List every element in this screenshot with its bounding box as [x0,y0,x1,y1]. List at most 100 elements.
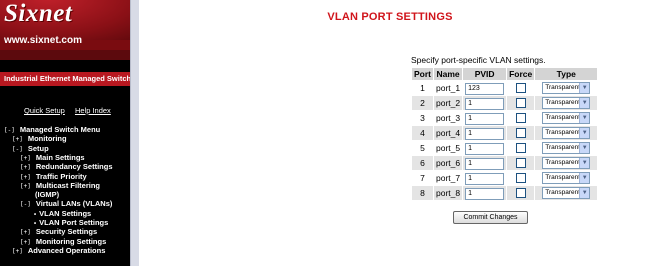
type-select-value: Transparent [545,99,581,106]
type-select[interactable]: Transparent ▼ [542,187,591,199]
pvid-cell: 123 [463,81,506,95]
frame-divider[interactable] [130,0,139,266]
pvid-input[interactable]: 1 [465,97,505,110]
menu-item-label[interactable]: Redundancy Settings [36,162,113,171]
type-select-value: Transparent [545,159,581,166]
table-row: 4 port_4 1 Transparent ▼ [412,126,598,140]
expand-icon[interactable]: [+] [12,248,23,255]
type-select[interactable]: Transparent ▼ [542,142,591,154]
table-row: 3 port_3 1 Transparent ▼ [412,111,597,125]
type-select[interactable]: Transparent ▼ [542,172,591,184]
expand-icon[interactable]: [+] [20,239,31,246]
force-checkbox[interactable] [515,158,526,169]
force-cell [507,96,535,110]
type-select-value: Transparent [545,144,581,151]
force-checkbox[interactable] [515,173,526,184]
force-checkbox[interactable] [515,98,526,109]
type-select[interactable]: Transparent ▼ [542,157,591,169]
port-name: port_5 [436,143,461,153]
port-name: port_1 [436,83,461,93]
type-select[interactable]: Transparent ▼ [542,112,591,124]
menu-item-label[interactable]: (IGMP) [35,190,59,199]
pvid-input[interactable]: 1 [465,157,505,170]
chevron-down-icon[interactable]: ▼ [579,158,590,168]
force-checkbox[interactable] [515,188,526,199]
column-header-type: Type [535,68,598,80]
expand-icon[interactable]: [+] [20,155,31,162]
pvid-cell: 1 [463,171,506,185]
commit-changes-button[interactable]: Commit Changes [453,211,528,224]
pvid-input[interactable]: 1 [465,187,505,200]
type-select[interactable]: Transparent ▼ [542,82,591,94]
pvid-cell: 1 [463,126,507,140]
force-checkbox[interactable] [515,128,526,139]
menu-item-multicast-filtering[interactable]: [+] Multicast Filtering [20,181,100,191]
page-title: VLAN PORT SETTINGS [327,11,453,23]
column-header-name: Name [434,68,463,80]
force-checkbox[interactable] [515,113,526,124]
expand-icon[interactable]: [+] [20,183,31,190]
menu-item-label[interactable]: Advanced Operations [28,246,106,255]
force-checkbox[interactable] [515,143,526,154]
help-index-link[interactable]: Help Index [75,106,111,115]
menu-item-label[interactable]: Managed Switch Menu [20,125,100,134]
expand-icon[interactable]: [+] [20,164,31,171]
expand-icon[interactable]: [+] [20,174,31,181]
chevron-down-icon[interactable]: ▼ [579,83,590,93]
chevron-down-icon[interactable]: ▼ [579,173,590,183]
column-header-force: Force [507,68,535,80]
bullet-icon: • [34,211,37,218]
menu-item-label[interactable]: Virtual LANs (VLANs) [36,199,113,208]
chevron-down-icon[interactable]: ▼ [579,143,590,153]
menu-item-label[interactable]: Monitoring Settings [36,237,106,246]
chevron-down-icon[interactable]: ▼ [579,98,590,108]
menu-item-label[interactable]: Multicast Filtering [36,181,100,190]
menu-item-label[interactable]: VLAN Settings [39,209,91,218]
type-select-value: Transparent [545,189,581,196]
chevron-down-icon[interactable]: ▼ [579,188,590,198]
type-select-value: Transparent [545,129,581,136]
type-cell: Transparent ▼ [535,156,598,170]
pvid-input[interactable]: 1 [465,127,505,140]
quick-setup-link[interactable]: Quick Setup [24,106,65,115]
type-cell: Transparent ▼ [535,111,597,125]
bullet-icon: • [34,221,37,227]
type-select[interactable]: Transparent ▼ [542,127,591,139]
collapse-icon[interactable]: [-] [12,146,23,153]
expand-icon[interactable]: [+] [12,136,23,143]
menu-item-label[interactable]: Traffic Priority [36,172,87,181]
port-number: 8 [412,186,433,200]
collapse-icon[interactable]: [-] [20,201,31,208]
force-checkbox[interactable] [515,83,526,94]
logo: Sixnet www.sixnet.com [0,0,130,60]
table-row: 2 port_2 1 Transparent ▼ [412,96,598,110]
menu-item-label[interactable]: Monitoring [28,134,67,143]
force-cell [507,186,535,200]
type-select-value: Transparent [545,84,581,91]
column-header-pvid: PVID [463,68,507,80]
expand-icon[interactable]: [+] [20,229,31,236]
force-cell [507,81,534,95]
pvid-cell: 1 [463,156,507,170]
menu-item-label[interactable]: Setup [28,144,49,153]
type-select[interactable]: Transparent ▼ [542,97,591,109]
menu-item-label[interactable]: Security Settings [36,227,97,236]
chevron-down-icon[interactable]: ▼ [579,128,590,138]
menu-item-advanced-operations[interactable]: [+] Advanced Operations [12,246,105,256]
main-content: VLAN PORT SETTINGS Specify port-specific… [140,0,651,266]
pvid-cell: 1 [463,141,506,155]
type-select-value: Transparent [545,174,581,181]
pvid-input[interactable]: 123 [465,82,505,95]
pvid-input[interactable]: 1 [465,112,505,125]
pvid-input[interactable]: 1 [465,172,505,185]
port-name: port_2 [434,96,463,110]
menu-item-igmp[interactable]: (IGMP) [35,190,59,199]
menu-item-label[interactable]: VLAN Port Settings [39,218,108,227]
collapse-icon[interactable]: [-] [4,127,15,134]
pvid-input[interactable]: 1 [465,142,505,155]
menu-item-label[interactable]: Main Settings [36,153,85,162]
port-number: 2 [412,96,433,110]
table-row: 8 port_8 1 Transparent ▼ [412,186,598,200]
port-name: port_8 [434,186,463,200]
chevron-down-icon[interactable]: ▼ [579,113,590,123]
